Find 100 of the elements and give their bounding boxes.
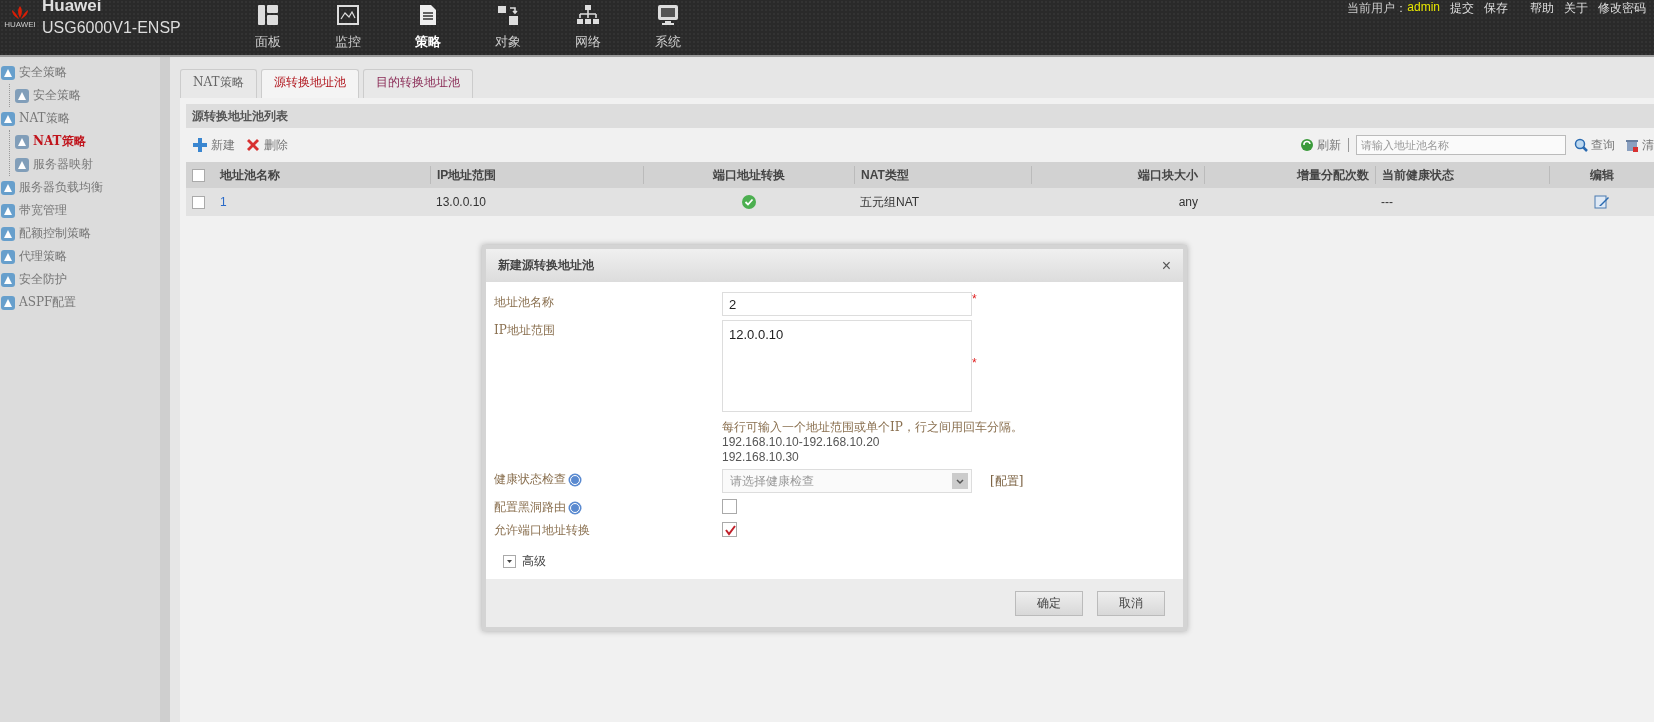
field-label: 健康状态检查 <box>494 471 566 488</box>
policy-icon <box>14 133 30 150</box>
tab[interactable]: 源转换地址池 <box>260 69 359 98</box>
sidebar-item[interactable]: 服务器映射 <box>10 153 160 176</box>
chevron-down-icon <box>955 477 965 485</box>
help-icon[interactable] <box>568 500 582 515</box>
ip-range-field[interactable]: 12.0.0.10 <box>722 320 972 412</box>
column-header: 增量分配次数 <box>1204 166 1375 184</box>
column-header: 当前健康状态 <box>1375 166 1549 184</box>
field-label: 地址池名称 <box>494 294 554 311</box>
sidebar-item[interactable]: 安全策略 <box>10 84 160 107</box>
policy-icon <box>0 110 16 127</box>
search-field[interactable]: 请输入地址池名称 <box>1356 135 1566 155</box>
column-header: NAT类型 <box>854 166 1031 184</box>
user-name: admin <box>1407 0 1440 14</box>
checkbox[interactable] <box>722 522 737 537</box>
field-label: 配置黑洞路由 <box>494 499 566 516</box>
sidebar-item[interactable]: 代理策略 <box>0 245 160 268</box>
edit-icon[interactable] <box>1593 194 1610 210</box>
policy-icon <box>14 87 30 104</box>
user-label: 当前用户： <box>1347 0 1408 17</box>
table-cell-text: 五元组NAT <box>859 193 921 211</box>
ok-button[interactable]: 确定 <box>1015 590 1083 616</box>
sidebar-item[interactable]: 配额控制策略 <box>0 222 160 245</box>
refresh-button[interactable]: 刷新 <box>1300 136 1341 154</box>
name-field[interactable]: 2 <box>722 292 972 316</box>
dashboard-icon <box>257 4 279 26</box>
hint-text: 每行可输入一个地址范围或单个IP，行之间用回车分隔。 <box>722 420 1024 435</box>
config-link[interactable]: [配置] <box>990 469 1183 490</box>
column-header: 端口地址转换 <box>643 166 854 184</box>
policy-icon <box>0 294 16 311</box>
panel-title: 源转换地址池列表 <box>186 104 1654 128</box>
sidebar-item[interactable]: 服务器负载均衡 <box>0 176 160 199</box>
sidebar-item[interactable]: 安全策略 <box>0 61 160 84</box>
field-label: IP地址范围 <box>494 322 555 339</box>
policy-icon <box>14 156 30 173</box>
policy-icon <box>0 248 16 265</box>
header-link[interactable]: 提交 <box>1450 0 1474 17</box>
tab[interactable]: NAT策略 <box>180 69 257 98</box>
help-icon[interactable] <box>568 472 582 487</box>
header-link[interactable]: 修改密码 <box>1598 0 1646 17</box>
cancel-button[interactable]: 取消 <box>1097 590 1165 616</box>
required-mark: * <box>972 355 978 370</box>
header-link[interactable]: 关于 <box>1564 0 1588 17</box>
monitor-icon <box>657 4 679 26</box>
plus-icon <box>192 137 208 153</box>
table-cell-text: --- <box>1380 194 1394 211</box>
sidebar-item[interactable]: 安全防护 <box>0 268 160 291</box>
header-link[interactable]: 保存 <box>1484 0 1508 17</box>
cross-icon <box>245 137 261 153</box>
header-link[interactable]: 帮助 <box>1530 0 1554 17</box>
policy-icon <box>0 64 16 81</box>
squares-icon <box>497 4 519 26</box>
example-text: 192.168.10.30 <box>722 450 800 465</box>
table-cell-text: 13.0.0.10 <box>435 194 488 211</box>
query-button[interactable]: 查询 <box>1574 136 1615 154</box>
checkbox[interactable] <box>722 499 737 514</box>
sidebar-item[interactable]: NAT策略 <box>0 107 160 130</box>
chart-icon <box>337 4 359 26</box>
field-label: 允许端口地址转换 <box>494 522 590 539</box>
dialog-title: 新建源转换地址池 <box>498 257 594 274</box>
policy-icon <box>0 225 16 242</box>
new-button[interactable]: 新建 <box>192 136 235 154</box>
column-header: 端口块大小 <box>1031 166 1204 184</box>
logo-text: HUAWEI <box>4 20 36 29</box>
nav-tab[interactable]: 策略 <box>388 0 468 55</box>
refresh-icon <box>1300 138 1314 152</box>
clear-button[interactable]: 清 <box>1625 136 1654 154</box>
advanced-toggle[interactable]: 高级 <box>494 543 546 570</box>
example-text: 192.168.10.10-192.168.10.20 <box>722 435 881 450</box>
column-header: 地址池名称 <box>218 166 281 184</box>
nav-tab[interactable]: 对象 <box>468 0 548 55</box>
policy-icon <box>0 271 16 288</box>
sidebar-item[interactable]: ASPF配置 <box>0 291 160 314</box>
device-model: USG6000V1-ENSP <box>42 19 182 37</box>
checkbox[interactable] <box>192 195 205 209</box>
checkbox[interactable] <box>192 168 205 182</box>
pool-name-link[interactable]: 1 <box>220 195 227 209</box>
required-mark: * <box>972 292 978 306</box>
nav-tab[interactable]: 面板 <box>228 0 308 55</box>
search-icon <box>1574 138 1588 152</box>
triangle-icon <box>505 557 514 566</box>
sidebar-item[interactable]: NAT策略 <box>10 130 160 153</box>
tab[interactable]: 目的转换地址池 <box>362 69 473 98</box>
column-header: 编辑 <box>1549 166 1654 184</box>
table-cell-text: any <box>1177 194 1199 211</box>
delete-button[interactable]: 删除 <box>245 136 288 154</box>
bin-icon <box>1625 138 1639 152</box>
close-button[interactable]: × <box>1161 256 1171 275</box>
nav-tab[interactable]: 网络 <box>548 0 628 55</box>
policy-icon <box>0 179 16 196</box>
document-icon <box>417 4 439 26</box>
nav-tab[interactable]: 监控 <box>308 0 388 55</box>
column-header: IP地址范围 <box>430 166 643 184</box>
flower-logo-icon <box>9 4 31 20</box>
policy-icon <box>0 202 16 219</box>
nav-tab[interactable]: 系统 <box>628 0 708 55</box>
network-icon <box>577 4 599 26</box>
sidebar-item[interactable]: 带宽管理 <box>0 199 160 222</box>
check-icon <box>723 523 736 536</box>
